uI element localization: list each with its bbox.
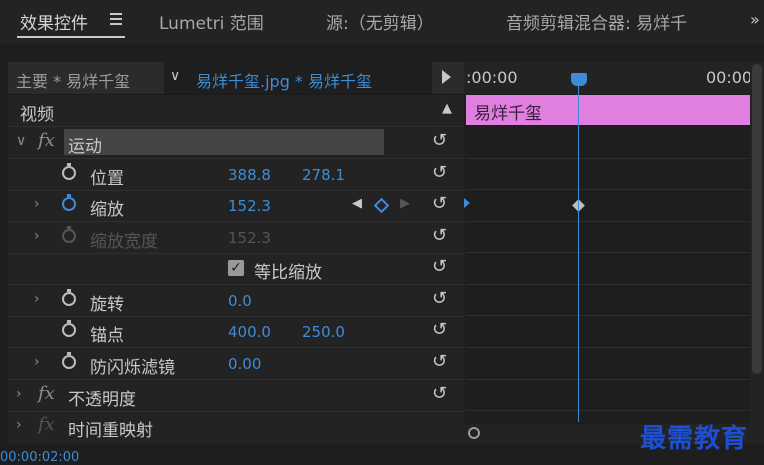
motion-header-highlight [64,129,384,155]
playhead-line[interactable] [578,82,579,422]
reset-icon[interactable]: ↺ [432,319,452,340]
fx-icon: fx [38,414,55,435]
row-divider [466,284,750,285]
reset-icon[interactable]: ↺ [432,256,452,277]
position-x-value[interactable]: 388.8 [228,166,271,184]
sequence-clip-label[interactable]: 易烊千玺.jpg * 易烊千玺 [196,68,372,92]
property-rotation: › 旋转 0.0 ↺ [8,285,464,317]
more-tabs-icon[interactable]: » [750,10,760,29]
anchor-y-value[interactable]: 250.0 [302,323,345,341]
prev-keyframe-icon[interactable]: ◀ [352,196,362,211]
effect-motion[interactable]: ∨ fx 运动 ↺ [8,127,464,159]
uniform-scale-label: 等比缩放 [254,263,322,283]
anchor-x-value[interactable]: 400.0 [228,323,271,341]
row-divider [466,410,750,411]
watermark-text: 最需教育 [640,424,749,454]
position-y-value[interactable]: 278.1 [302,166,345,184]
property-anti-flicker: › 防闪烁滤镜 0.00 ↺ [8,348,464,380]
tab-source[interactable]: 源:（无剪辑） [326,9,434,34]
expand-icon[interactable]: › [16,386,22,402]
row-divider [466,221,750,222]
property-uniform-scale: ✓ 等比缩放 ↺ [8,253,464,285]
row-divider [466,189,750,190]
active-tab-underline [17,36,125,38]
time-remap-label: 时间重映射 [68,421,153,441]
expand-icon[interactable]: › [34,196,40,212]
fx-icon[interactable]: fx [38,383,55,404]
scale-width-label: 缩放宽度 [90,232,158,252]
section-title: 视频 [20,105,54,125]
timeline-clip-bar[interactable]: 易烊千玺 [466,95,750,125]
rotation-value[interactable]: 0.0 [228,292,252,310]
time-ruler[interactable]: :00:00 00:00 [464,62,753,94]
add-keyframe-icon[interactable] [373,197,390,214]
stopwatch-icon [62,226,76,243]
property-position: 位置 388.8 278.1 ↺ [8,159,464,191]
stopwatch-icon[interactable] [62,352,76,369]
scroll-handle[interactable] [468,427,480,439]
stopwatch-icon[interactable] [62,163,76,180]
position-label: 位置 [90,169,124,189]
row-divider [466,252,750,253]
reset-icon[interactable]: ↺ [432,383,452,404]
row-divider [466,158,750,159]
scale-value[interactable]: 152.3 [228,197,271,215]
property-scale: › 缩放 152.3 ◀ ▶ ↺ [8,190,464,222]
anchor-label: 锚点 [90,326,124,346]
timeline-clip-label: 易烊千玺 [474,104,542,124]
tab-audio-clip-mixer[interactable]: 音频剪辑混合器: 易烊千 [506,9,714,34]
scale-label: 缩放 [90,200,124,220]
row-divider [466,315,750,316]
master-clip-label[interactable]: 主要 * 易烊千玺 [16,68,130,92]
scale-width-value: 152.3 [228,229,271,247]
expand-icon[interactable]: › [16,417,22,433]
stopwatch-icon[interactable] [62,194,76,211]
reset-icon[interactable]: ↺ [432,193,452,214]
panel-menu-icon[interactable] [110,13,122,25]
expand-icon[interactable]: › [34,228,40,244]
reset-icon[interactable]: ↺ [432,288,452,309]
playhead-handle[interactable] [571,73,587,86]
property-anchor: 锚点 400.0 250.0 ↺ [8,316,464,348]
collapse-icon[interactable]: ▲ [442,101,452,116]
opacity-label: 不透明度 [68,390,136,410]
panel-tabs: 效果控件 Lumetri 范围 源:（无剪辑） 音频剪辑混合器: 易烊千 » [0,0,764,44]
expand-icon[interactable]: ∨ [16,133,26,149]
ruler-end-time: 00:00 [706,68,753,87]
keyframe-start-marker[interactable] [464,198,470,208]
motion-label: 运动 [68,137,102,157]
tab-effect-controls[interactable]: 效果控件 [20,9,88,34]
effect-opacity[interactable]: › fx 不透明度 ↺ [8,380,464,412]
row-divider [466,347,750,348]
stopwatch-icon[interactable] [62,289,76,306]
vertical-scrollbar[interactable] [750,62,764,444]
ruler-start-time: :00:00 [466,68,518,87]
effect-time-remap[interactable]: › fx 时间重映射 [8,411,464,442]
checkbox-icon[interactable]: ✓ [228,260,244,276]
property-scale-width: › 缩放宽度 152.3 ↺ [8,222,464,254]
reset-icon[interactable]: ↺ [432,130,452,151]
fx-icon[interactable]: fx [38,130,55,151]
current-timecode[interactable]: 00:00:02:00 [0,450,79,465]
expand-icon[interactable]: › [34,354,40,370]
reset-icon[interactable]: ↺ [432,162,452,183]
scroll-thumb[interactable] [752,64,762,374]
stopwatch-icon[interactable] [62,320,76,337]
row-divider [466,379,750,380]
reset-icon[interactable]: ↺ [432,225,452,246]
rotation-label: 旋转 [90,295,124,315]
anti-flicker-value[interactable]: 0.00 [228,355,261,373]
reset-icon[interactable]: ↺ [432,351,452,372]
source-bar: 主要 * 易烊千玺 ∨ 易烊千玺.jpg * 易烊千玺 [8,62,464,95]
next-keyframe-icon[interactable]: ▶ [400,196,410,211]
anti-flicker-label: 防闪烁滤镜 [90,358,175,378]
tab-lumetri-scopes[interactable]: Lumetri 范围 [159,9,264,34]
video-section-header[interactable]: 视频 ▲ [8,95,464,127]
chevron-down-icon[interactable]: ∨ [170,68,180,84]
play-icon[interactable] [442,70,451,84]
expand-icon[interactable]: › [34,291,40,307]
